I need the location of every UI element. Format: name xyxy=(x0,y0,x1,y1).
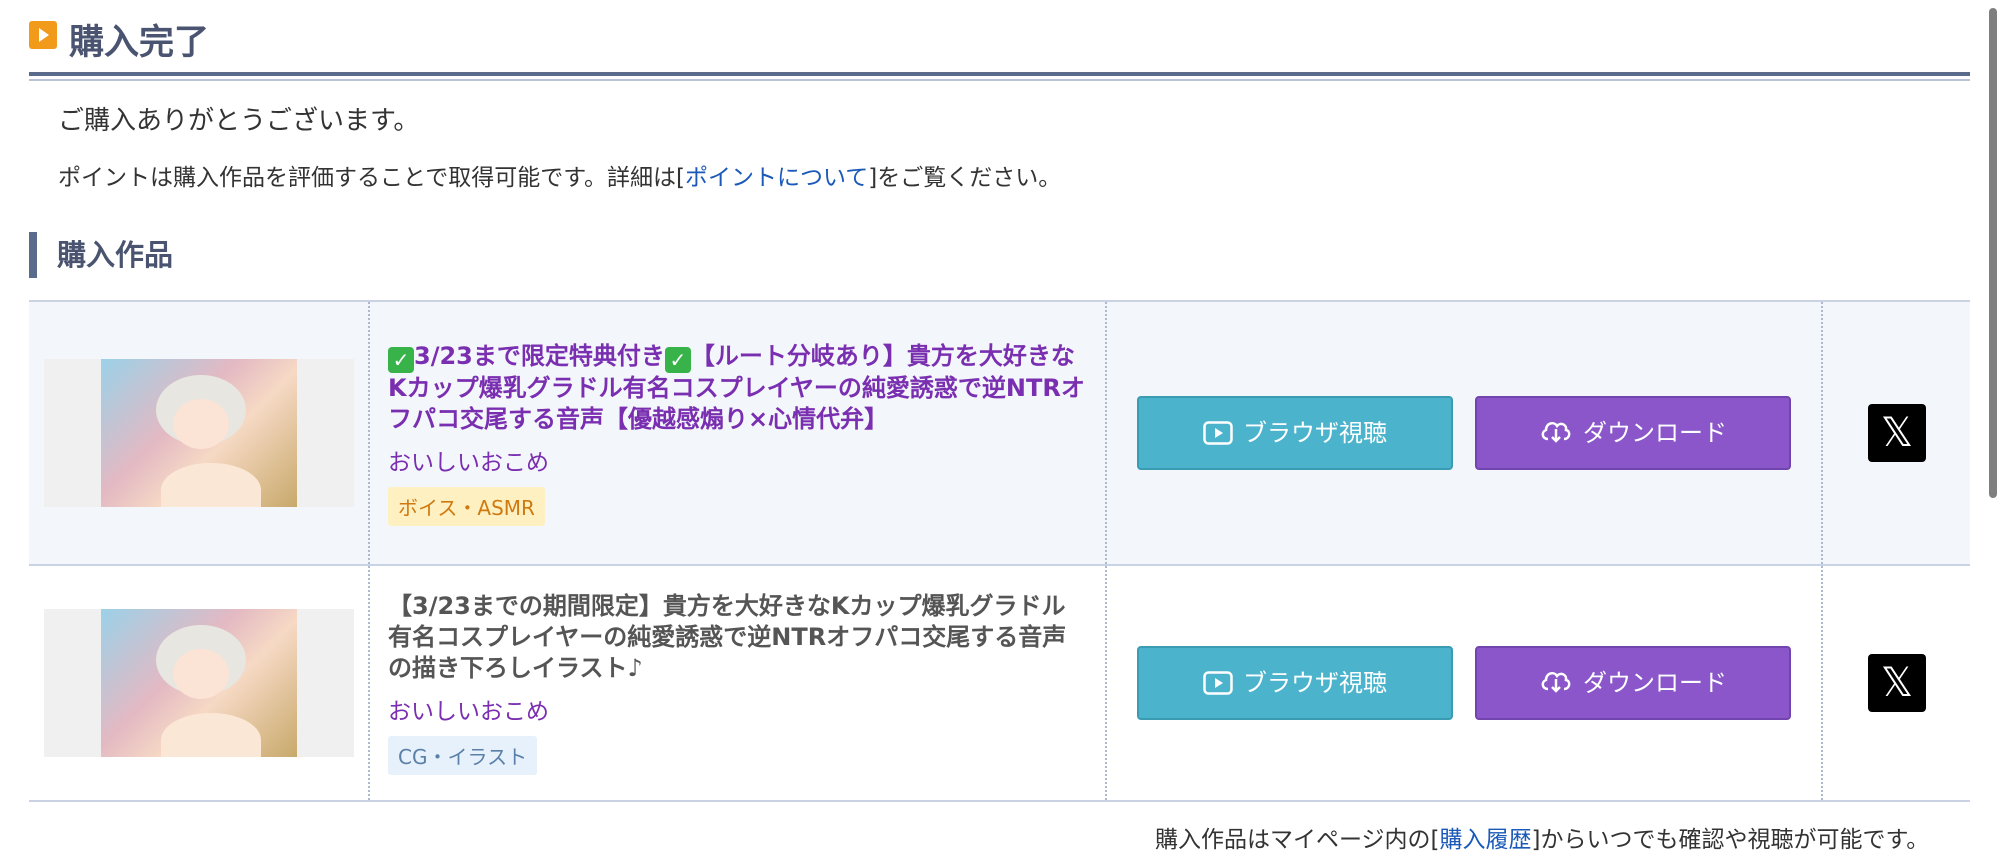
scrollbar[interactable] xyxy=(1970,0,2000,842)
item-title-link[interactable]: ✓ 3/23まで限定特典付き ✓ 【ルート分岐あり】貴方を大好きなKカップ爆乳グラドル… xyxy=(388,341,1087,435)
play-marker-icon xyxy=(29,21,57,49)
action-buttons-cell: ブラウザ視聴 ダウンロード xyxy=(1105,565,1822,801)
footer-note-before: 購入作品はマイページ内の[ xyxy=(1155,827,1440,853)
item-info-cell: ✓ 3/23まで限定特典付き ✓ 【ルート分岐あり】貴方を大好きなKカップ爆乳グラドル… xyxy=(368,301,1106,565)
browser-view-button[interactable]: ブラウザ視聴 xyxy=(1137,646,1453,720)
download-label: ダウンロード xyxy=(1583,669,1727,697)
browser-view-label: ブラウザ視聴 xyxy=(1243,669,1387,697)
thumbnail-art xyxy=(172,649,229,699)
thumbnail-art xyxy=(160,713,261,757)
download-label: ダウンロード xyxy=(1583,419,1727,447)
page-title-bar: 購入完了 xyxy=(29,12,1971,81)
thumbnail-frame[interactable] xyxy=(43,609,354,757)
thumbnail-art xyxy=(172,399,229,449)
category-tag[interactable]: ボイス・ASMR xyxy=(388,486,545,526)
thumbnail-frame[interactable] xyxy=(43,359,354,507)
action-buttons-cell: ブラウザ視聴 ダウンロード xyxy=(1105,301,1822,565)
thumbnail-cell xyxy=(29,301,369,565)
x-share-button[interactable]: 𝕏 xyxy=(1868,404,1926,462)
product-thumbnail[interactable] xyxy=(100,359,297,507)
points-notice: ポイントは購入作品を評価することで取得可能です。詳細は[ポイントについて]をご覧… xyxy=(58,158,1061,192)
section-header: 購入作品 xyxy=(29,232,173,278)
check-mark-icon: ✓ xyxy=(664,346,691,373)
item-title-link[interactable]: 【3/23までの期間限定】貴方を大好きなKカップ爆乳グラドル有名コスプレイヤーの… xyxy=(388,591,1087,684)
points-info-link[interactable]: ポイントについて xyxy=(685,165,868,191)
scrollbar-thumb[interactable] xyxy=(1989,8,1997,498)
item-info-cell: 【3/23までの期間限定】貴方を大好きなKカップ爆乳グラドル有名コスプレイヤーの… xyxy=(368,565,1106,801)
points-notice-before: ポイントは購入作品を評価することで取得可能です。詳細は[ xyxy=(58,165,685,191)
category-tag[interactable]: CG・イラスト xyxy=(388,736,538,775)
thumbnail-cell xyxy=(29,565,369,801)
share-cell: 𝕏 xyxy=(1821,565,1971,801)
purchase-history-link[interactable]: 購入履歴 xyxy=(1440,827,1532,853)
section-title: 購入作品 xyxy=(57,238,174,272)
x-logo-icon: 𝕏 xyxy=(1880,410,1914,456)
download-button[interactable]: ダウンロード xyxy=(1475,646,1791,720)
cloud-download-icon xyxy=(1541,671,1571,693)
circle-name-link[interactable]: おいしいおこめ xyxy=(388,692,1087,726)
browser-view-button[interactable]: ブラウザ視聴 xyxy=(1137,396,1453,470)
play-icon xyxy=(1203,421,1233,445)
footer-note-after: ]からいつでも確認や視聴が可能です。 xyxy=(1531,827,1930,853)
browser-view-label: ブラウザ視聴 xyxy=(1243,419,1387,447)
thanks-message: ご購入ありがとうございます。 xyxy=(58,106,420,136)
item-title-part1: 3/23まで限定特典付き xyxy=(414,341,665,370)
points-notice-after: ]をご覧ください。 xyxy=(868,165,1062,191)
circle-name-link[interactable]: おいしいおこめ xyxy=(388,443,1087,477)
share-cell: 𝕏 xyxy=(1821,301,1971,565)
product-thumbnail[interactable] xyxy=(100,609,297,757)
x-logo-icon: 𝕏 xyxy=(1880,660,1914,706)
download-button[interactable]: ダウンロード xyxy=(1475,396,1791,470)
cloud-download-icon xyxy=(1541,421,1571,443)
purchased-items-table: ✓ 3/23まで限定特典付き ✓ 【ルート分岐あり】貴方を大好きなKカップ爆乳グラドル… xyxy=(29,300,1971,802)
table-row: 【3/23までの期間限定】貴方を大好きなKカップ爆乳グラドル有名コスプレイヤーの… xyxy=(29,565,1971,801)
thumbnail-art xyxy=(160,463,261,507)
x-share-button[interactable]: 𝕏 xyxy=(1868,654,1926,712)
table-row: ✓ 3/23まで限定特典付き ✓ 【ルート分岐あり】貴方を大好きなKカップ爆乳グラドル… xyxy=(29,301,1971,565)
page-title: 購入完了 xyxy=(69,23,210,63)
footer-note: 購入作品はマイページ内の[購入履歴]からいつでも確認や視聴が可能です。 xyxy=(1155,820,1929,854)
check-mark-icon: ✓ xyxy=(388,346,414,373)
play-icon xyxy=(1203,671,1233,695)
